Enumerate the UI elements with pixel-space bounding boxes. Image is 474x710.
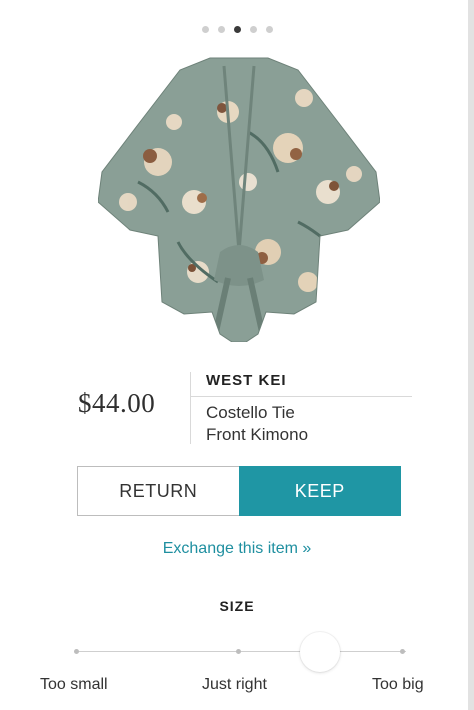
product-image[interactable]	[98, 52, 380, 342]
size-title: SIZE	[219, 598, 255, 614]
keep-button[interactable]: KEEP	[238, 466, 401, 516]
carousel-dot[interactable]	[265, 26, 273, 33]
item-name: Costello Tie Front Kimono	[206, 402, 406, 446]
size-option-too-big[interactable]: Too big	[372, 676, 424, 694]
vertical-divider	[190, 372, 191, 444]
size-option-too-small[interactable]: Too small	[40, 676, 108, 694]
carousel-dot[interactable]	[217, 26, 225, 33]
brand-name: WEST KEI	[206, 372, 287, 389]
return-button[interactable]: RETURN	[77, 466, 239, 516]
slider-stop[interactable]	[236, 649, 241, 654]
carousel-dot-active[interactable]	[233, 26, 241, 33]
carousel-dot[interactable]	[201, 26, 209, 33]
carousel-dot[interactable]	[249, 26, 257, 33]
price: $44.00	[78, 388, 156, 418]
slider-track[interactable]	[76, 651, 406, 652]
slider-stop[interactable]	[74, 649, 79, 654]
horizontal-divider	[191, 396, 412, 397]
slider-thumb[interactable]	[300, 632, 340, 672]
item-review-screen: $44.00 WEST KEI Costello Tie Front Kimon…	[0, 0, 474, 710]
decision-buttons: RETURN KEEP	[77, 466, 401, 516]
scroll-edge	[468, 0, 474, 710]
exchange-link[interactable]: Exchange this item »	[0, 540, 474, 558]
item-name-line: Costello Tie	[206, 403, 295, 422]
slider-stop[interactable]	[400, 649, 405, 654]
size-option-just-right[interactable]: Just right	[202, 676, 267, 694]
size-slider[interactable]	[70, 630, 410, 672]
carousel-dots[interactable]	[0, 26, 474, 33]
item-name-line: Front Kimono	[206, 425, 309, 444]
